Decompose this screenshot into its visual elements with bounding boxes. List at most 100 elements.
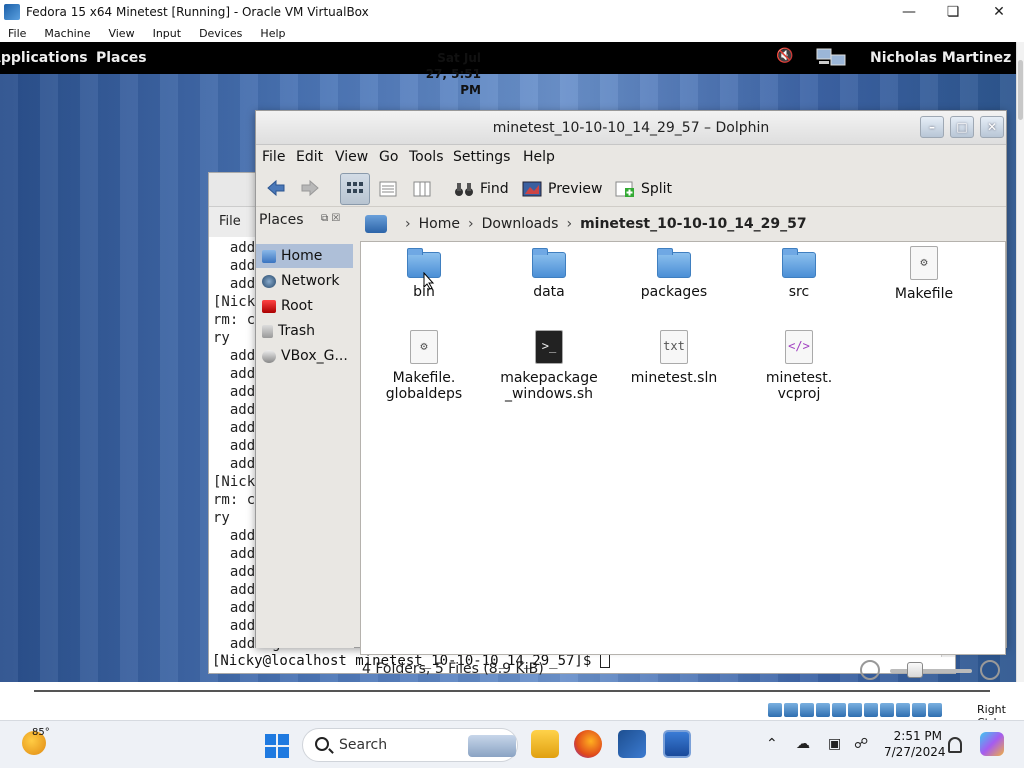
- device-status-icons[interactable]: [768, 703, 944, 717]
- menu-tools[interactable]: Tools: [409, 149, 444, 165]
- host-menu-input[interactable]: Input: [153, 27, 181, 40]
- place-trash[interactable]: Trash: [256, 319, 353, 343]
- file-item-minetest-vcproj[interactable]: </> minetest. vcproj: [744, 330, 854, 402]
- audio-icon[interactable]: [800, 703, 814, 717]
- file-item-makefile[interactable]: ⚙ Makefile: [869, 246, 979, 302]
- guest-scrollbar[interactable]: [1016, 42, 1024, 682]
- xml-file-icon: </>: [785, 330, 813, 364]
- menu-help[interactable]: Help: [523, 149, 555, 165]
- cloud-offline-icon[interactable]: ☁: [796, 736, 810, 752]
- chevron-up-icon[interactable]: ⌃: [766, 736, 778, 752]
- display-icon[interactable]: [864, 703, 878, 717]
- home-icon: [262, 249, 276, 263]
- preview-button[interactable]: Preview: [522, 173, 603, 205]
- details-view-button[interactable]: [373, 173, 403, 205]
- dolphin-status-bar: 4 Folders, 5 Files (8.9 KiB): [360, 657, 1006, 682]
- host-menu-help[interactable]: Help: [260, 27, 285, 40]
- optical-drive-icon[interactable]: [784, 703, 798, 717]
- minimize-button[interactable]: —: [886, 0, 932, 24]
- zoom-slider-handle[interactable]: [906, 662, 923, 678]
- dolphin-maximize-button[interactable]: □: [950, 116, 974, 138]
- menu-go[interactable]: Go: [379, 149, 398, 165]
- terminal-menu-file[interactable]: File: [219, 214, 241, 229]
- file-item-minetest-sln[interactable]: txt minetest.sln: [619, 330, 729, 386]
- breadcrumb: › Home › Downloads › minetest_10-10-10_1…: [360, 208, 1006, 240]
- place-network[interactable]: Network: [256, 269, 353, 293]
- shared-folders-icon[interactable]: [848, 703, 862, 717]
- file-item-packages[interactable]: packages: [619, 246, 729, 300]
- split-label: Split: [641, 181, 673, 197]
- copilot-icon[interactable]: [980, 732, 1004, 756]
- mouse-integration-icon[interactable]: [912, 703, 926, 717]
- zoom-in-icon[interactable]: [980, 660, 1000, 680]
- menu-file[interactable]: File: [262, 149, 285, 165]
- file-item-data[interactable]: data: [494, 246, 604, 300]
- virtualbox-taskbar-icon[interactable]: [618, 730, 646, 758]
- file-view[interactable]: bin data packages src ⚙ Makefile ⚙ Makef…: [360, 241, 1006, 655]
- taskbar-search[interactable]: Search: [302, 728, 518, 762]
- display-tray-icon[interactable]: ▣: [828, 736, 841, 752]
- breadcrumb-downloads[interactable]: Downloads: [482, 216, 559, 232]
- taskbar-clock[interactable]: 2:51 PM 7/27/2024: [884, 728, 946, 760]
- applications-menu[interactable]: Applications: [0, 50, 88, 66]
- search-placeholder: Search: [339, 737, 388, 753]
- usb-icon[interactable]: [832, 703, 846, 717]
- maximize-button[interactable]: ❏: [930, 0, 976, 24]
- menu-settings[interactable]: Settings: [453, 149, 510, 165]
- host-menu-file[interactable]: File: [8, 27, 26, 40]
- place-vbox[interactable]: VBox_G...: [256, 344, 353, 368]
- zoom-slider[interactable]: [890, 669, 972, 673]
- user-menu[interactable]: Nicholas Martinez: [870, 50, 1011, 66]
- network-adapter-icon[interactable]: [816, 703, 830, 717]
- network-tray-icon[interactable]: ☍: [854, 736, 868, 752]
- icons-view-button[interactable]: [340, 173, 370, 205]
- host-menu-bar: File Machine View Input Devices Help: [0, 24, 1024, 42]
- volume-muted-icon[interactable]: 🔇: [776, 48, 793, 64]
- split-icon: [615, 181, 634, 197]
- file-item-makepackage[interactable]: >_ makepackage _windows.sh: [494, 330, 604, 402]
- host-title-bar: Fedora 15 x64 Minetest [Running] - Oracl…: [0, 0, 1024, 24]
- back-arrow-icon[interactable]: [266, 179, 286, 197]
- menu-edit[interactable]: Edit: [296, 149, 323, 165]
- firefox-icon[interactable]: [574, 730, 602, 758]
- place-root[interactable]: Root: [256, 294, 353, 318]
- optical-disc-icon: [262, 349, 276, 363]
- forward-arrow-icon[interactable]: [300, 179, 320, 197]
- breadcrumb-current[interactable]: minetest_10-10-10_14_29_57: [580, 216, 807, 232]
- file-item-makefile-globaldeps[interactable]: ⚙ Makefile. globaldeps: [369, 330, 479, 402]
- host-menu-machine[interactable]: Machine: [44, 27, 90, 40]
- keyboard-icon[interactable]: [928, 703, 942, 717]
- weather-temperature[interactable]: 85°: [32, 727, 50, 738]
- host-menu-devices[interactable]: Devices: [199, 27, 242, 40]
- menu-view[interactable]: View: [335, 149, 368, 165]
- fedora-vm-taskbar-icon[interactable]: [663, 730, 691, 758]
- dolphin-close-button[interactable]: ✕: [980, 116, 1004, 138]
- breadcrumb-home[interactable]: Home: [419, 216, 460, 232]
- file-item-src[interactable]: src: [744, 246, 854, 300]
- dolphin-toolbar: Find Preview Split: [256, 171, 1006, 207]
- dolphin-window[interactable]: minetest_10-10-10_14_29_57 – Dolphin – □…: [255, 110, 1007, 680]
- network-globe-icon: [262, 274, 276, 288]
- panel-float-close-icon[interactable]: ⧉ ☒: [321, 213, 340, 224]
- panel-clock[interactable]: Sat Jul 27, 5:51 PM: [423, 50, 481, 98]
- host-menu-view[interactable]: View: [108, 27, 134, 40]
- guest-screen[interactable]: Applications Places Sat Jul 27, 5:51 PM …: [0, 42, 1024, 682]
- network-icon[interactable]: [815, 47, 849, 69]
- hdd-icon[interactable]: [768, 703, 782, 717]
- breadcrumb-home-icon[interactable]: [365, 215, 387, 233]
- start-button[interactable]: [265, 734, 289, 758]
- cpu-icon[interactable]: [896, 703, 910, 717]
- guest-scrollbar-thumb[interactable]: [1018, 60, 1023, 120]
- place-home[interactable]: Home: [256, 244, 353, 268]
- dolphin-title-bar[interactable]: minetest_10-10-10_14_29_57 – Dolphin – □…: [256, 111, 1006, 145]
- dolphin-minimize-button[interactable]: –: [920, 116, 944, 138]
- recording-icon[interactable]: [880, 703, 894, 717]
- places-menu[interactable]: Places: [96, 50, 147, 66]
- split-button[interactable]: Split: [615, 173, 672, 205]
- zoom-out-icon[interactable]: [860, 660, 880, 680]
- notification-bell-icon[interactable]: [948, 737, 962, 753]
- columns-view-button[interactable]: [407, 173, 437, 205]
- find-button[interactable]: Find: [454, 173, 509, 205]
- file-explorer-icon[interactable]: [531, 730, 559, 758]
- close-button[interactable]: ✕: [976, 0, 1022, 24]
